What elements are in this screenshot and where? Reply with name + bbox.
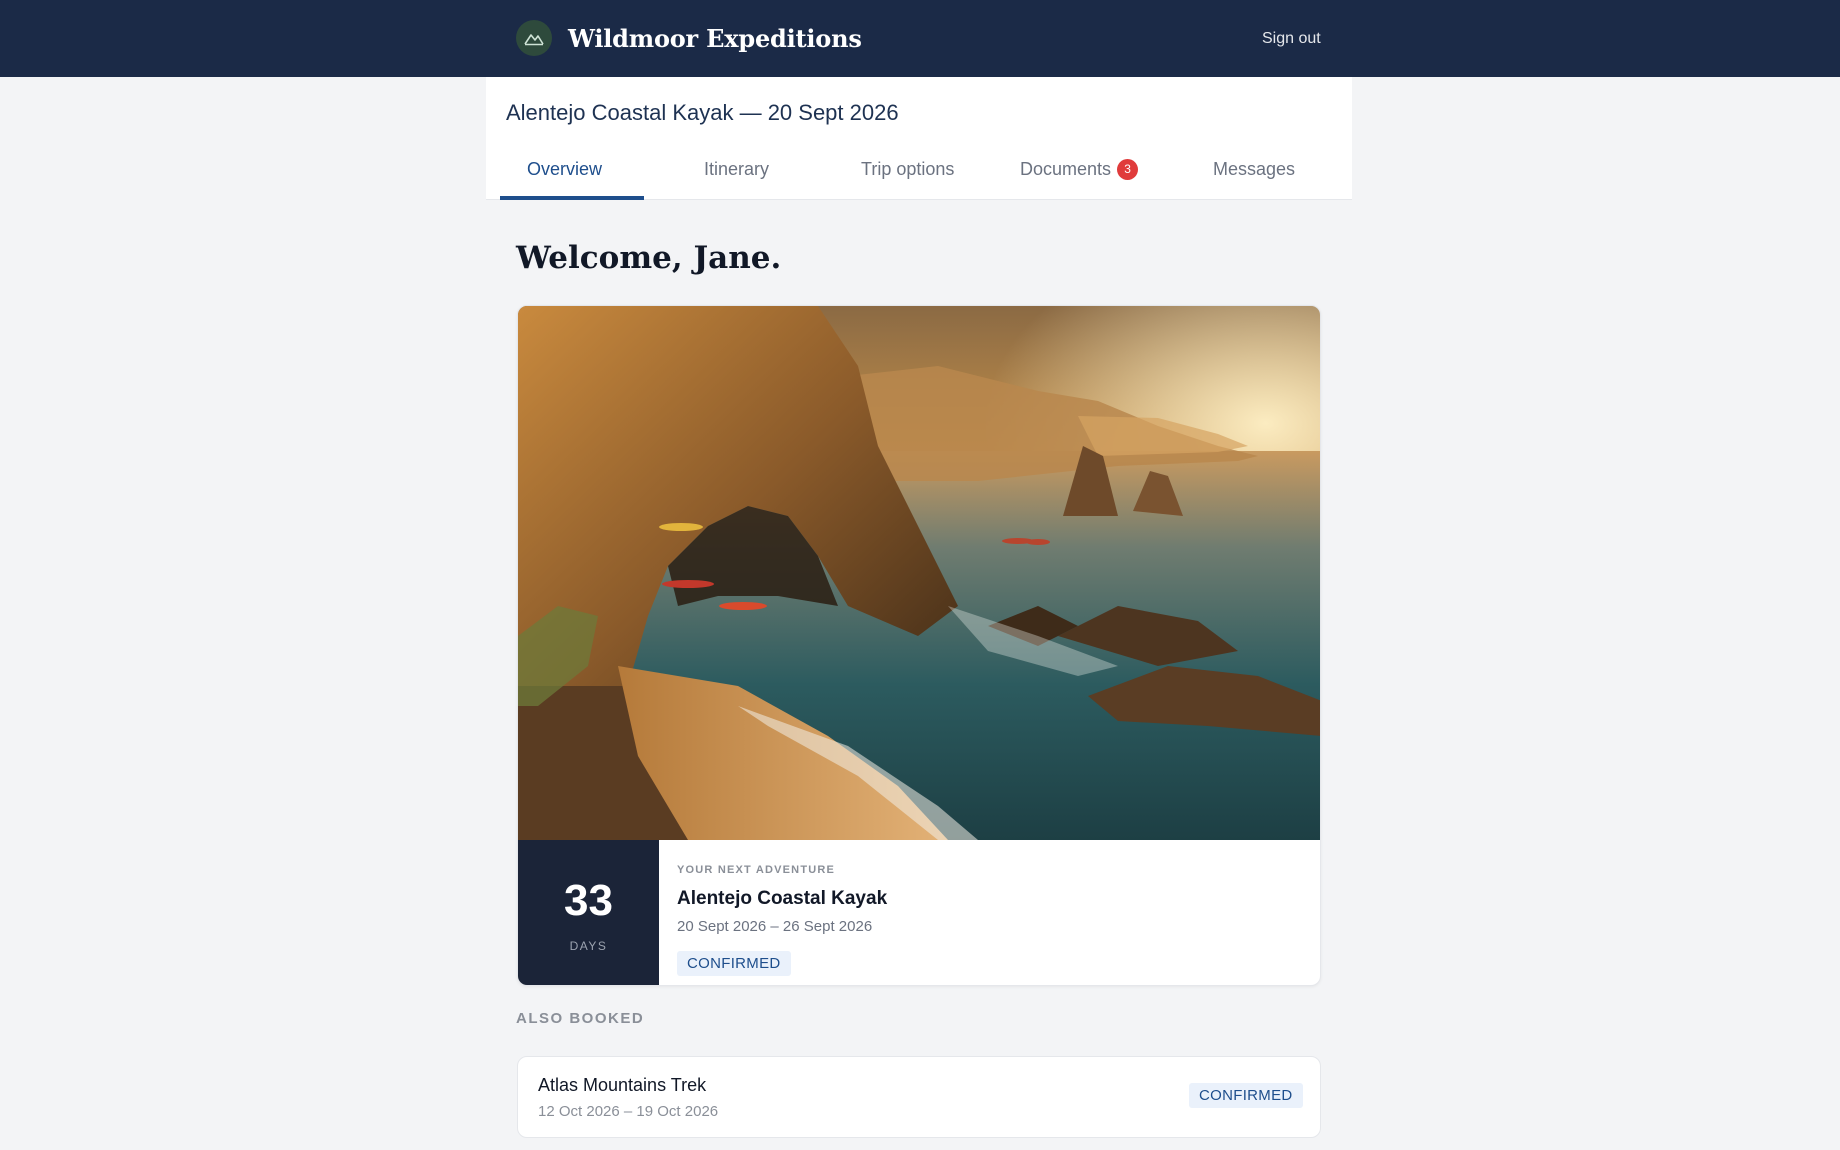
tab-overview[interactable]: Overview xyxy=(527,159,602,180)
countdown-panel: 33 DAYS xyxy=(518,840,659,985)
trip-tabs: Overview Itinerary Trip options Document… xyxy=(486,159,1352,200)
adventure-dates: 20 Sept 2026 – 26 Sept 2026 xyxy=(677,918,873,935)
tab-documents[interactable]: Documents 3 xyxy=(1020,159,1139,180)
documents-count-badge: 3 xyxy=(1117,159,1139,180)
sign-out-link[interactable]: Sign out xyxy=(1262,30,1321,48)
brand[interactable]: Wildmoor Expeditions xyxy=(516,20,862,56)
status-badge: CONFIRMED xyxy=(1189,1083,1303,1108)
status-badge: CONFIRMED xyxy=(677,951,791,976)
also-booked-heading: ALSO BOOKED xyxy=(516,1010,645,1027)
brand-name: Wildmoor Expeditions xyxy=(568,23,862,53)
tab-messages[interactable]: Messages xyxy=(1213,159,1295,180)
booking-dates: 12 Oct 2026 – 19 Oct 2026 xyxy=(538,1103,719,1120)
tab-itinerary[interactable]: Itinerary xyxy=(704,159,769,180)
countdown-unit: DAYS xyxy=(569,939,608,953)
adventure-eyebrow: YOUR NEXT ADVENTURE xyxy=(677,864,836,876)
active-tab-indicator xyxy=(500,196,644,200)
top-bar: Wildmoor Expeditions Sign out xyxy=(0,0,1840,77)
next-adventure-card[interactable]: 33 DAYS YOUR NEXT ADVENTURE Alentejo Coa… xyxy=(517,305,1321,986)
booking-name: Atlas Mountains Trek xyxy=(538,1075,707,1095)
booking-card[interactable]: Atlas Mountains Trek 12 Oct 2026 – 19 Oc… xyxy=(517,1056,1321,1138)
hero-image xyxy=(518,306,1320,840)
countdown-value: 33 xyxy=(564,876,613,925)
tab-documents-label: Documents xyxy=(1020,159,1112,179)
trip-header: Alentejo Coastal Kayak — 20 Sept 2026 Ov… xyxy=(486,77,1352,200)
welcome-heading: Welcome, Jane. xyxy=(516,240,782,276)
tab-trip-options[interactable]: Trip options xyxy=(861,159,954,180)
trip-title: Alentejo Coastal Kayak — 20 Sept 2026 xyxy=(506,100,899,125)
mountain-icon xyxy=(516,20,552,56)
adventure-name: Alentejo Coastal Kayak xyxy=(677,888,888,909)
